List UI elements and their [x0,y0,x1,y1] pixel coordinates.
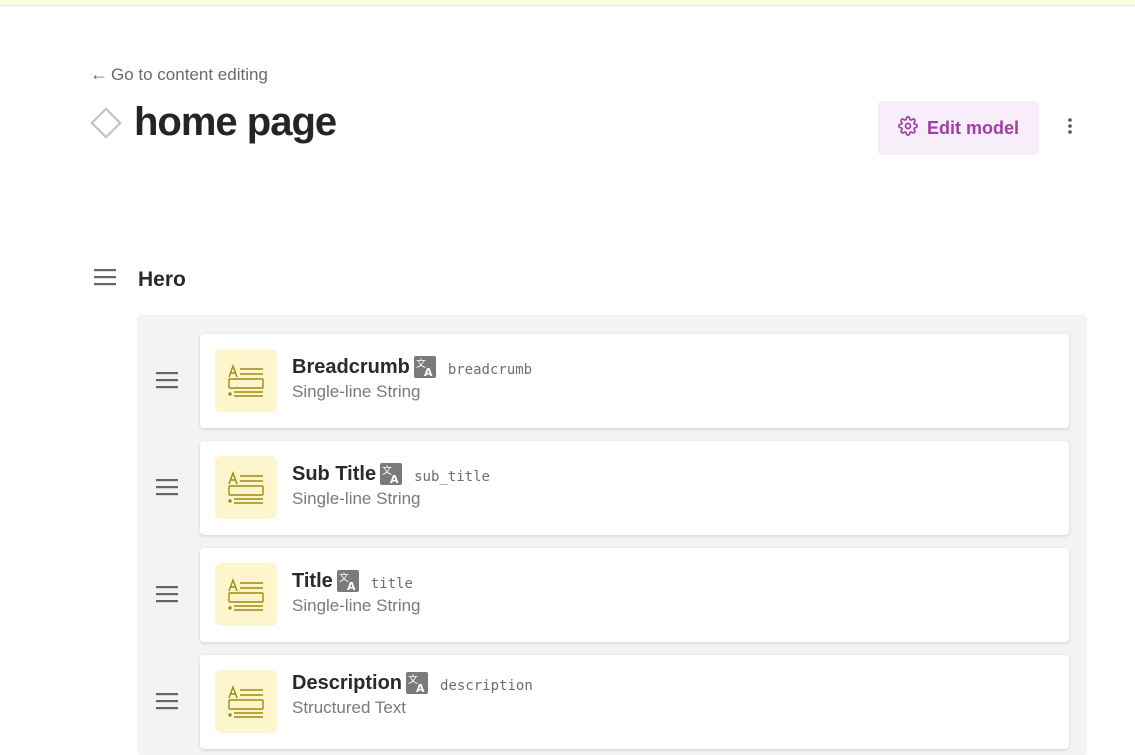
svg-text:A: A [416,682,425,694]
notification-strip [0,0,1135,6]
svg-text:A: A [424,366,433,378]
edit-model-button[interactable]: Edit model [878,101,1039,155]
translate-icon: 文A [336,570,359,592]
back-link-label: Go to content editing [111,64,268,84]
drag-handle-icon[interactable] [154,581,180,607]
text-field-icon [215,456,277,519]
field-row: Title 文A title Single-line String [150,548,1070,642]
drag-handle-icon[interactable] [154,367,180,393]
field-api-key: sub_title [414,469,490,485]
field-type: Structured Text [292,698,407,717]
field-row: Description 文A description Structured Te… [150,655,1070,749]
field-card[interactable]: Title 文A title Single-line String [200,548,1069,642]
field-type: Single-line String [292,489,421,508]
back-to-content-link[interactable]: ← Go to content editing [90,64,268,85]
page-header: home page [90,100,337,145]
field-name: Breadcrumb [292,355,410,378]
text-field-icon [215,349,277,412]
drag-handle-icon[interactable] [154,474,180,500]
field-name: Sub Title [292,462,377,485]
translate-icon: 文A [380,463,403,485]
edit-model-label: Edit model [926,117,1019,138]
field-name: Description [292,671,403,694]
field-row: Breadcrumb 文A breadcrumb Single-line Str… [150,334,1070,428]
field-api-key: title [370,576,413,592]
gear-icon [898,115,918,141]
translate-icon: 文A [413,356,436,378]
drag-handle-icon[interactable] [92,264,118,295]
text-field-icon [215,670,277,733]
drag-handle-icon[interactable] [154,688,180,714]
field-card[interactable]: Description 文A description Structured Te… [200,655,1069,749]
translate-icon: 文A [406,672,429,694]
field-name: Title [292,569,333,592]
field-card[interactable]: Sub Title 文A sub_title Single-line Strin… [200,441,1069,535]
field-api-key: breadcrumb [447,362,533,378]
svg-text:A: A [347,580,356,592]
page-title: home page [134,100,337,144]
field-row: Sub Title 文A sub_title Single-line Strin… [150,441,1070,535]
left-arrow-icon: ← [90,64,108,84]
field-card[interactable]: Breadcrumb 文A breadcrumb Single-line Str… [200,334,1069,428]
field-api-key: description [440,678,533,694]
svg-text:A: A [390,473,399,485]
section-header: Hero [92,264,186,295]
vertical-dots-icon [1067,117,1073,140]
text-field-icon [215,563,277,626]
section-title: Hero [138,267,186,291]
field-type: Single-line String [292,382,421,401]
field-type: Single-line String [292,596,421,615]
more-options-button[interactable] [1058,112,1082,144]
diamond-icon [90,106,122,139]
